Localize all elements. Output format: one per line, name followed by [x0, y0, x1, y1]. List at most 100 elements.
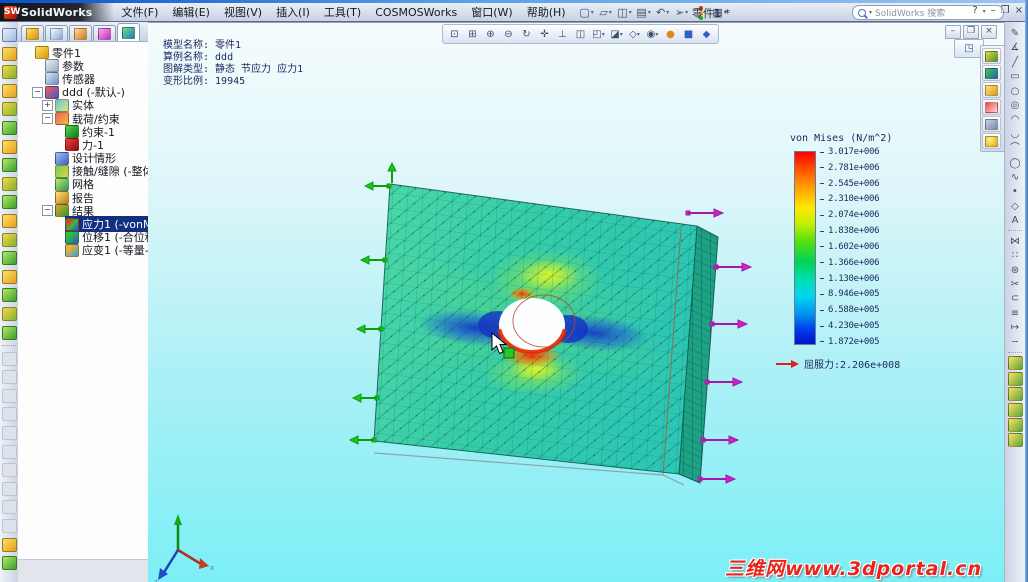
tool-d-button[interactable] [1007, 402, 1023, 417]
new-button[interactable]: ▢ ▾ [579, 5, 595, 20]
select-button[interactable]: ➢ ▾ [674, 5, 690, 20]
zoom-to-selection-button[interactable]: ⊖ [500, 27, 517, 42]
revolved-cut-button[interactable] [1, 158, 17, 173]
display-style-button[interactable]: ◪ ▾ [608, 27, 625, 42]
doc-close-button[interactable]: × [981, 25, 997, 39]
tree-item-strain[interactable]: 应变1 (-等量-) [20, 243, 148, 257]
swept-cut-button[interactable] [1, 176, 17, 191]
cosmos-options-button[interactable] [982, 116, 1001, 132]
convert-entities-button[interactable]: ⊂ [1008, 292, 1023, 305]
extruded-cut-button[interactable] [1, 120, 17, 135]
zoom-in-out-button[interactable]: ⊕ [482, 27, 499, 42]
spline-button[interactable]: ∿ [1008, 171, 1023, 184]
sketch-tool-button[interactable]: ✎ [1008, 27, 1023, 40]
save-button[interactable]: ◫ ▾ [617, 5, 633, 20]
appearance-button[interactable]: ● [662, 27, 679, 42]
combine-button[interactable] [1, 556, 17, 571]
sketch-button[interactable] [1, 28, 17, 42]
linear-pattern-button[interactable] [1, 306, 17, 321]
tab-propertymanager[interactable] [45, 25, 68, 41]
pan-button[interactable]: ✛ [536, 27, 553, 42]
tab-dimxpertmanager[interactable] [93, 25, 116, 41]
rectangle-button[interactable]: ▭ [1008, 70, 1023, 83]
point-button[interactable]: • [1008, 185, 1023, 198]
menu-insert[interactable]: 插入(I) [269, 3, 317, 21]
section-view-button[interactable]: ◫ [572, 27, 589, 42]
zoom-to-fit-button[interactable]: ⊡ [446, 27, 463, 42]
render-button[interactable]: ◆ [698, 27, 715, 42]
hole-wizard-button[interactable] [1, 139, 17, 154]
dropdown-caret-icon[interactable]: ▾ [609, 9, 612, 16]
cosmos-plot-button[interactable] [982, 65, 1001, 81]
graphics-viewport[interactable]: x z ⊡ ⊞ ⊕ ⊖ ↻ ✛ ⊥ ◫ ◰ ▾ ◪ ▾ ◇ ▾ ◉ ▾ ● ■ ◆ – ❒ × ◳ 模型名称: 零件1 算… [148, 22, 1004, 582]
cosmos-help-button[interactable] [982, 133, 1001, 149]
tree-expander[interactable]: − [32, 86, 43, 98]
tool-c-button[interactable] [1007, 387, 1023, 402]
perimeter-circle-button[interactable]: ◎ [1008, 99, 1023, 112]
perspective-button[interactable]: ◇ ▾ [626, 27, 643, 42]
dropdown-caret-icon[interactable]: ▾ [648, 9, 651, 16]
menu-tools[interactable]: 工具(T) [317, 3, 368, 21]
move-entities-button[interactable]: ↦ [1008, 321, 1023, 334]
smart-dimension-button[interactable]: ∡ [1008, 41, 1023, 54]
tool-a-button[interactable] [1007, 356, 1023, 371]
tree-expander[interactable]: + [42, 99, 53, 111]
circle-button[interactable]: ○ [1008, 85, 1023, 98]
menu-view[interactable]: 视图(V) [217, 3, 269, 21]
menu-edit[interactable]: 编辑(E) [165, 3, 217, 21]
dropdown-caret-icon[interactable]: ▾ [602, 31, 605, 38]
text-button[interactable]: A [1008, 214, 1023, 227]
dropdown-caret-icon[interactable]: ▾ [655, 31, 658, 38]
cosmos-study-button[interactable] [982, 48, 1001, 64]
zoom-to-area-button[interactable]: ⊞ [464, 27, 481, 42]
tool-b-button[interactable] [1007, 371, 1023, 386]
minimize-button[interactable]: – [991, 5, 996, 16]
rotate-view-button[interactable]: ↻ [518, 27, 535, 42]
circular-pattern-button[interactable] [1, 325, 17, 340]
offset-entities-button[interactable]: ≡ [1008, 307, 1023, 320]
rib-button[interactable] [1, 251, 17, 266]
tab-configurationmanager[interactable] [69, 25, 92, 41]
swept-boss-button[interactable] [1, 83, 17, 98]
doc-minimize-button[interactable]: – [945, 25, 961, 39]
tab-cosmosworks[interactable] [117, 23, 140, 41]
dropdown-caret-icon[interactable]: ▾ [620, 31, 623, 38]
cosmos-folder-button[interactable] [982, 82, 1001, 98]
line-button[interactable]: ╱ [1008, 56, 1023, 69]
menu-help[interactable]: 帮助(H) [520, 3, 573, 21]
extruded-boss-button[interactable] [1, 46, 17, 61]
linear-sketch-pattern-button[interactable]: ∷ [1008, 249, 1023, 262]
tree-expander[interactable]: − [42, 205, 53, 217]
doc-restore-button[interactable]: ❒ [963, 25, 979, 39]
draft-button[interactable] [1, 288, 17, 303]
open-button[interactable]: ▱ ▾ [598, 5, 614, 20]
ellipse-button[interactable]: ◯ [1008, 157, 1023, 170]
revolved-boss-button[interactable] [1, 65, 17, 80]
help-button[interactable]: ? [972, 5, 977, 16]
tree-expander[interactable]: − [42, 113, 53, 125]
print-button[interactable]: ▤ ▾ [636, 5, 652, 20]
construction-geometry-button[interactable]: ╌ [1008, 336, 1023, 349]
mirror-entities-button[interactable]: ⋈ [1008, 235, 1023, 248]
tool-f-button[interactable] [1007, 433, 1023, 448]
fillet-button[interactable] [1, 213, 17, 228]
tab-featuremanager[interactable] [21, 25, 44, 41]
trim-entities-button[interactable]: ✂ [1008, 278, 1023, 291]
lofted-boss-button[interactable] [1, 102, 17, 117]
circular-sketch-pattern-button[interactable]: ⊛ [1008, 264, 1023, 277]
three-point-arc-button[interactable]: ⌒ [1008, 142, 1023, 155]
shell-button[interactable] [1, 269, 17, 284]
dropdown-caret-icon[interactable]: ▾ [637, 31, 640, 38]
help-caret-icon[interactable]: ▾ [983, 8, 986, 16]
dropdown-caret-icon[interactable]: ▾ [591, 9, 594, 16]
tangent-arc-button[interactable]: ◡ [1008, 128, 1023, 141]
restore-button[interactable]: ❒ [1001, 5, 1010, 16]
chamfer-button[interactable] [1, 232, 17, 247]
dropdown-caret-icon[interactable]: ▾ [666, 9, 669, 16]
centerpoint-arc-button[interactable]: ◠ [1008, 113, 1023, 126]
scene-button[interactable]: ■ [680, 27, 697, 42]
menu-cosmosworks[interactable]: COSMOSWorks [368, 5, 464, 20]
close-button[interactable]: × [1015, 5, 1023, 16]
menu-file[interactable]: 文件(F) [114, 3, 165, 21]
menu-window[interactable]: 窗口(W) [464, 3, 519, 21]
